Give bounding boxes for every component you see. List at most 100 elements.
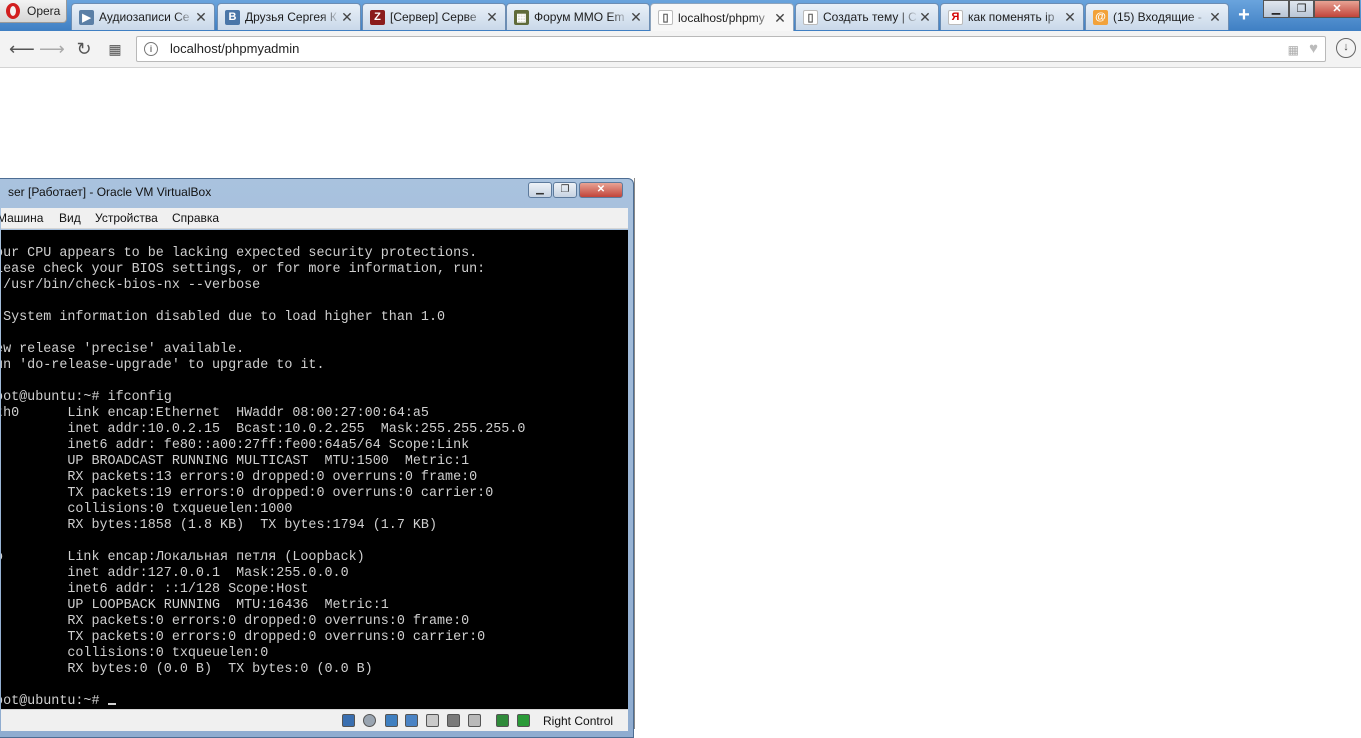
- menu-view[interactable]: Вид: [59, 211, 81, 225]
- tab-close-icon[interactable]: ✕: [194, 10, 208, 24]
- terminal-line: System information disabled due to load …: [1, 310, 446, 325]
- menu-devices[interactable]: Устройства: [95, 211, 158, 225]
- bookmark-heart-icon[interactable]: ♥: [1309, 40, 1318, 57]
- vbox-minimize-button[interactable]: ▁: [528, 182, 552, 198]
- terminal-line: collisions:0 txqueuelen:0: [1, 646, 269, 661]
- apps-grid-icon[interactable]: ▦: [104, 38, 126, 60]
- opera-menu-label: Opera: [27, 4, 61, 18]
- forward-button[interactable]: ⟶: [39, 38, 65, 60]
- url-text[interactable]: localhost/phpmyadmin: [170, 37, 299, 61]
- menu-help[interactable]: Справка: [172, 211, 219, 225]
- browser-tab-strip: Opera ▶ Аудиозаписи Се ✕ B Друзья Сергея К ✕ Z…: [0, 0, 1361, 31]
- tab-title: Форум MMO Em: [534, 10, 625, 24]
- terminal-line: inet6 addr: ::1/128 Scope:Host: [1, 582, 309, 597]
- menu-machine[interactable]: Машина: [0, 211, 43, 225]
- address-bar[interactable]: i localhost/phpmyadmin ▦ ♥: [136, 36, 1326, 62]
- maximize-button[interactable]: ❐: [1289, 0, 1314, 18]
- host-key-icon[interactable]: [517, 714, 530, 727]
- terminal-line: New release 'precise' available.: [1, 342, 245, 357]
- tab-title: Создать тему | С: [823, 10, 917, 24]
- terminal-line: inet addr:10.0.2.15 Bcast:10.0.2.255 Mas…: [1, 422, 526, 437]
- browser-tab[interactable]: ▦ Форум MMO Em ✕: [506, 3, 650, 30]
- terminal-line: RX bytes:0 (0.0 B) TX bytes:0 (0.0 B): [1, 662, 373, 677]
- yandex-icon: Я: [948, 9, 963, 25]
- tab-close-icon[interactable]: ✕: [485, 10, 499, 24]
- virtualbox-window[interactable]: ser [Работает] - Oracle VM VirtualBox ▁ …: [0, 178, 634, 738]
- terminal-line: TX packets:0 errors:0 dropped:0 overruns…: [1, 630, 486, 645]
- terminal-line: root@ubuntu:~# ifconfig: [1, 390, 172, 405]
- terminal-line: /usr/bin/check-bios-nx --verbose: [1, 278, 261, 293]
- cd-icon[interactable]: [363, 714, 376, 727]
- tab-title: localhost/phpmy: [678, 10, 765, 25]
- tab-close-icon[interactable]: ✕: [1208, 10, 1222, 24]
- browser-tab[interactable]: B Друзья Сергея К ✕: [217, 3, 361, 30]
- terminal-line: RX packets:0 errors:0 dropped:0 overruns…: [1, 614, 470, 629]
- download-menu-icon[interactable]: ↓: [1336, 38, 1356, 58]
- display-icon[interactable]: [447, 714, 460, 727]
- terminal-line: inet addr:127.0.0.1 Mask:255.0.0.0: [1, 566, 349, 581]
- reload-button[interactable]: ↻: [73, 38, 95, 60]
- browser-tab[interactable]: @ (15) Входящие - ✕: [1085, 3, 1229, 30]
- network-icon[interactable]: [405, 714, 418, 727]
- terminal-line: Run 'do-release-upgrade' to upgrade to i…: [1, 358, 325, 373]
- vm-display[interactable]: Your CPU appears to be lacking expected …: [1, 230, 628, 709]
- browser-tab[interactable]: ▯ Создать тему | С ✕: [795, 3, 939, 30]
- new-tab-button[interactable]: +: [1234, 5, 1254, 26]
- terminal-output: Your CPU appears to be lacking expected …: [1, 246, 525, 709]
- zennoposter-icon: Z: [370, 9, 385, 25]
- host-key-label: Right Control: [543, 714, 614, 728]
- minimize-button[interactable]: ▁: [1263, 0, 1289, 18]
- terminal-line: UP BROADCAST RUNNING MULTICAST MTU:1500 …: [1, 454, 470, 469]
- shared-folder-icon[interactable]: [426, 714, 439, 727]
- browser-tab[interactable]: ▯ localhost/phpmy ✕: [650, 3, 794, 31]
- terminal-line: collisions:0 txqueuelen:1000: [1, 502, 293, 517]
- vk-play-icon: ▶: [79, 9, 94, 25]
- usb-icon[interactable]: [385, 714, 398, 727]
- mail-icon: @: [1093, 9, 1108, 25]
- tab-title: (15) Входящие -: [1113, 10, 1202, 24]
- terminal-line: Your CPU appears to be lacking expected …: [1, 246, 478, 261]
- terminal-line: RX bytes:1858 (1.8 KB) TX bytes:1794 (1.…: [1, 518, 437, 533]
- vbox-maximize-button[interactable]: ❐: [553, 182, 577, 198]
- terminal-line: UP LOOPBACK RUNNING MTU:16436 Metric:1: [1, 598, 389, 613]
- window-edge: [634, 178, 635, 729]
- vk-icon: B: [225, 9, 240, 25]
- terminal-line: inet6 addr: fe80::a00:27ff:fe00:64a5/64 …: [1, 438, 470, 453]
- forum-icon: ▦: [514, 9, 529, 25]
- page-icon: ▯: [803, 9, 818, 25]
- speed-dial-icon[interactable]: ▦: [1288, 43, 1299, 57]
- opera-logo-icon: [6, 3, 20, 19]
- tab-close-icon[interactable]: ✕: [629, 10, 643, 24]
- tab-title: Друзья Сергея К: [245, 10, 337, 24]
- browser-tab[interactable]: Якак поменять ip ✕: [940, 3, 1084, 30]
- vbox-menubar: Машина Вид Устройства Справка: [0, 208, 628, 229]
- browser-tab[interactable]: Z [Сервер] Серве ✕: [362, 3, 506, 30]
- tab-title: Аудиозаписи Се: [99, 10, 190, 24]
- browser-toolbar: ⟵ ⟶ ↻ ▦ i localhost/phpmyadmin ▦ ♥ ↓: [0, 31, 1361, 68]
- terminal-line: lo Link encap:Локальная петля (Loopback): [1, 550, 365, 565]
- close-window-button[interactable]: ✕: [1314, 0, 1360, 18]
- terminal-line: root@ubuntu:~#: [1, 694, 525, 709]
- terminal-line: RX packets:13 errors:0 dropped:0 overrun…: [1, 470, 478, 485]
- tab-close-icon[interactable]: ✕: [340, 10, 354, 24]
- tab-close-icon[interactable]: ✕: [773, 11, 787, 25]
- vbox-statusbar: Right Control: [1, 709, 628, 731]
- site-info-icon[interactable]: i: [144, 42, 158, 56]
- opera-menu-button[interactable]: Opera: [0, 0, 67, 23]
- tab-close-icon[interactable]: ✕: [1063, 10, 1077, 24]
- hdd-icon[interactable]: [342, 714, 355, 727]
- terminal-line: eth0 Link encap:Ethernet HWaddr 08:00:27…: [1, 406, 429, 421]
- tab-close-icon[interactable]: ✕: [918, 10, 932, 24]
- terminal-cursor: [107, 703, 116, 705]
- vbox-close-button[interactable]: ✕: [579, 182, 623, 198]
- mouse-integration-icon[interactable]: [496, 714, 509, 727]
- video-capture-icon[interactable]: [468, 714, 481, 727]
- terminal-line: Please check your BIOS settings, or for …: [1, 262, 486, 277]
- back-button[interactable]: ⟵: [9, 38, 35, 60]
- browser-tab[interactable]: ▶ Аудиозаписи Се ✕: [71, 3, 215, 30]
